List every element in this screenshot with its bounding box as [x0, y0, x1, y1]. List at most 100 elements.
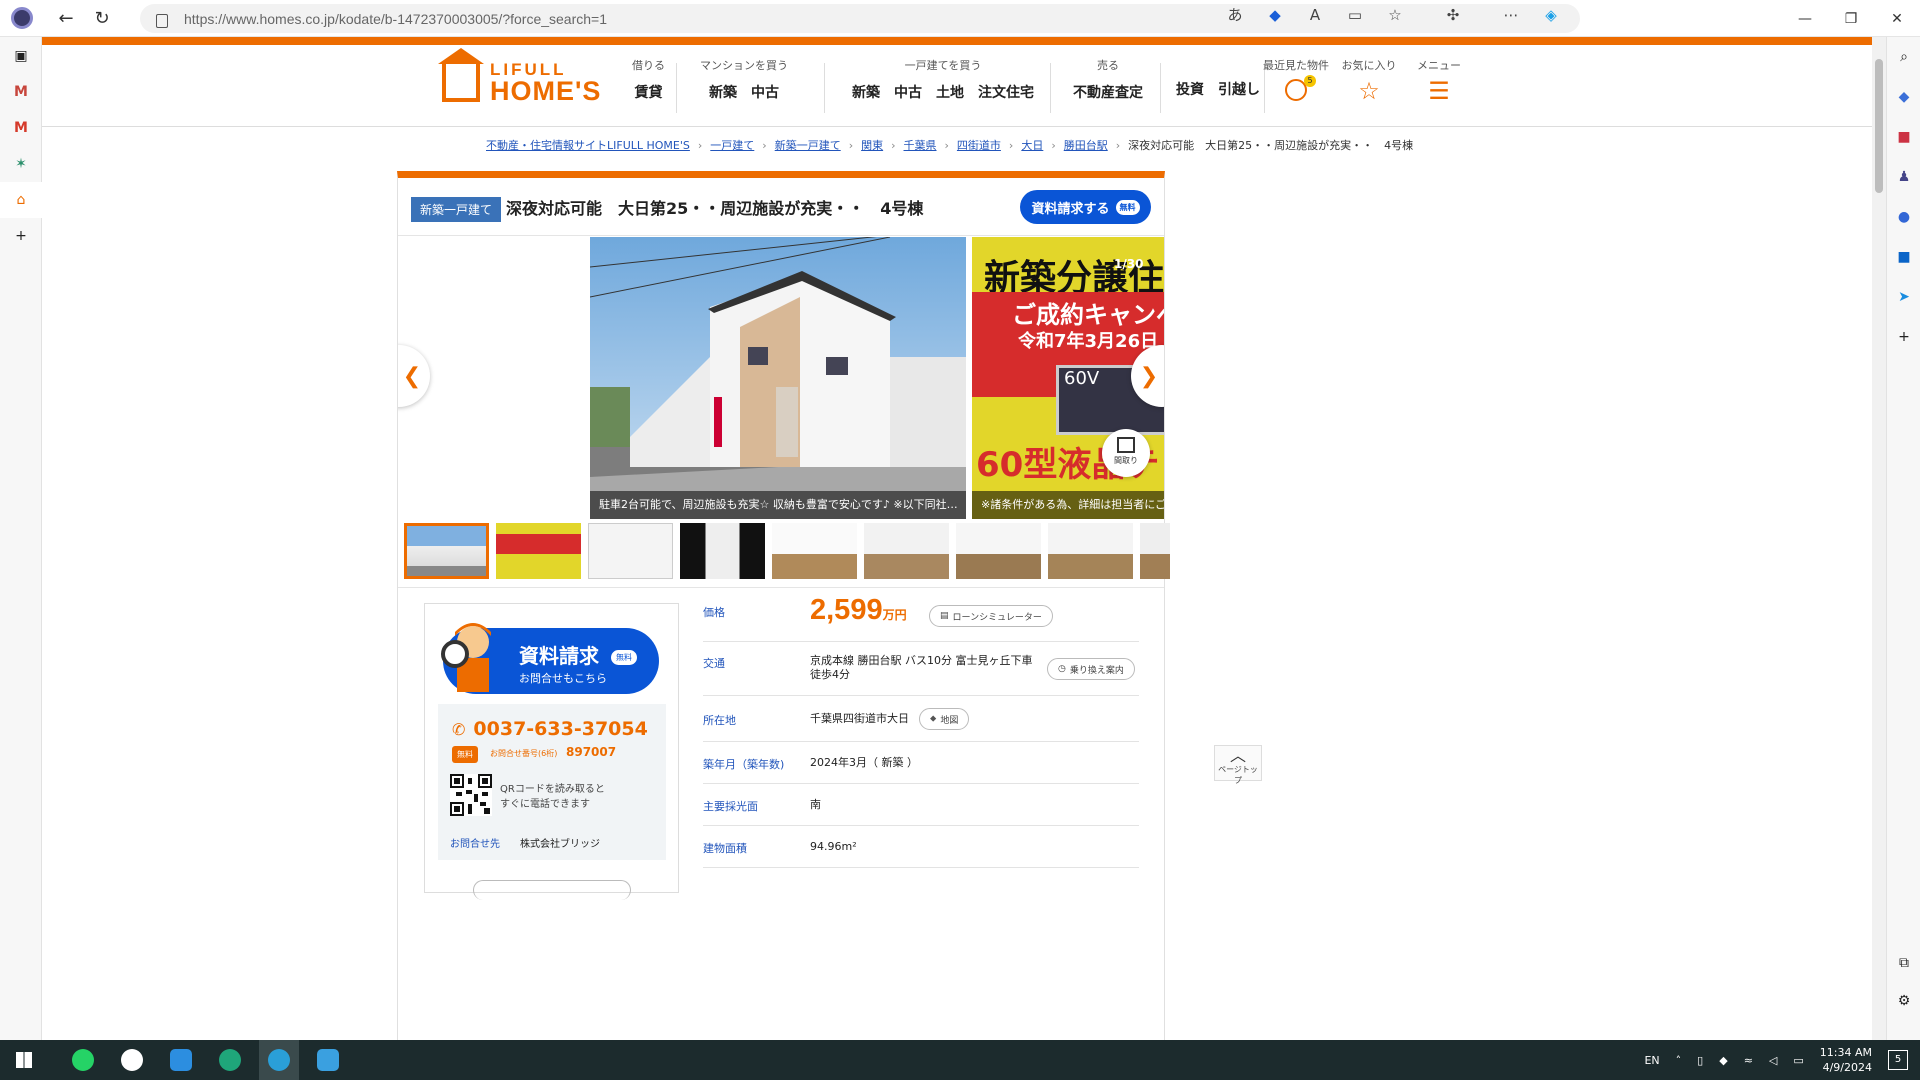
- clock[interactable]: 11:34 AM 4/9/2024: [1820, 1045, 1872, 1075]
- scrollbar-thumb[interactable]: [1875, 59, 1883, 193]
- search-icon[interactable]: ⌕: [1887, 37, 1920, 77]
- minimize-icon[interactable]: —: [1782, 0, 1828, 37]
- scrollbar[interactable]: [1872, 37, 1886, 1040]
- gmail-icon[interactable]: M: [0, 110, 42, 146]
- language-indicator[interactable]: EN: [1644, 1054, 1659, 1067]
- thumbnail[interactable]: [956, 523, 1041, 579]
- chevron-up-icon[interactable]: ˄: [1676, 1054, 1682, 1067]
- office-icon[interactable]: ●: [1887, 197, 1920, 237]
- screenshot-icon[interactable]: ⧉: [1887, 943, 1920, 983]
- system-tray: EN ˄ ▯ ◆ ≈ ◁ ▭ 11:34 AM 4/9/2024: [1644, 1040, 1872, 1080]
- breadcrumb-link[interactable]: 大日: [1021, 137, 1043, 153]
- breadcrumb-link[interactable]: 勝田台駅: [1064, 137, 1108, 153]
- nav-link-appraisal[interactable]: 不動産査定: [1073, 82, 1143, 102]
- tag-icon[interactable]: ◆: [1266, 6, 1284, 24]
- send-icon[interactable]: ➤: [1887, 277, 1920, 317]
- request-info-button[interactable]: 資料請求する 無料: [1020, 190, 1151, 224]
- detail-row-price: 価格 2,599万円 ▤ ローンシミュレーター: [703, 590, 1139, 642]
- volume-icon[interactable]: ◁: [1769, 1054, 1777, 1067]
- secondary-button[interactable]: [473, 880, 631, 900]
- prev-photo-button[interactable]: ❮: [398, 345, 430, 407]
- app-icon[interactable]: [308, 1040, 348, 1080]
- edge-active-icon[interactable]: [259, 1040, 299, 1080]
- add-icon[interactable]: +: [0, 218, 42, 254]
- close-icon[interactable]: ✕: [1874, 0, 1920, 37]
- vscode-icon[interactable]: [161, 1040, 201, 1080]
- restore-icon[interactable]: ❐: [1828, 0, 1874, 37]
- thumbnail[interactable]: [496, 523, 581, 579]
- gmail-icon[interactable]: M: [0, 74, 42, 110]
- edge-icon[interactable]: [210, 1040, 250, 1080]
- company-label: お問合せ先: [450, 839, 500, 850]
- outlook-icon[interactable]: ■: [1887, 237, 1920, 277]
- nav-link-invest[interactable]: 投資: [1176, 79, 1204, 99]
- breadcrumb-link[interactable]: 新築一戸建て: [775, 137, 841, 153]
- thumbnail[interactable]: [588, 523, 673, 579]
- whatsapp-icon[interactable]: [63, 1040, 103, 1080]
- translate-icon[interactable]: あ: [1226, 6, 1244, 24]
- notification-icon[interactable]: 5: [1888, 1050, 1908, 1070]
- page-top-button[interactable]: ︿ ページトップ: [1214, 745, 1262, 785]
- thumbnail[interactable]: [1048, 523, 1133, 579]
- transfer-guide-button[interactable]: ◷ 乗り換え案内: [1047, 658, 1135, 680]
- homes-tab-icon[interactable]: ⌂: [0, 182, 42, 218]
- phone-number[interactable]: ✆ 0037-633-37054: [452, 718, 648, 740]
- extensions-icon[interactable]: ✣: [1444, 6, 1462, 24]
- ad-tv-size: 60V: [1064, 368, 1100, 389]
- refresh-icon[interactable]: ↻: [91, 7, 113, 29]
- app-icon[interactable]: [112, 1040, 152, 1080]
- built-value: 2024年3月（ 新築 ）: [810, 756, 918, 769]
- wifi-icon[interactable]: ≈: [1744, 1054, 1753, 1067]
- app-icon[interactable]: ✶: [0, 146, 42, 182]
- breadcrumb-link[interactable]: 千葉県: [904, 137, 937, 153]
- windows-start-icon[interactable]: [4, 1040, 44, 1080]
- request-info-big-button[interactable]: 資料請求 無料 お問合せもこちら: [441, 623, 659, 694]
- read-aloud-icon[interactable]: A: [1306, 6, 1324, 24]
- menu[interactable]: メニュー ☰: [1412, 57, 1466, 105]
- nav-link-mansion-used[interactable]: 中古: [751, 82, 779, 102]
- site-logo[interactable]: LIFULL HOME'S: [438, 47, 601, 105]
- nav-house: 一戸建てを買う 新築 中古 土地 注文住宅: [847, 57, 1039, 102]
- thumbnail[interactable]: [864, 523, 949, 579]
- thumbnail[interactable]: [404, 523, 489, 579]
- add-icon[interactable]: +: [1887, 317, 1920, 357]
- shopping-icon[interactable]: ◆: [1887, 77, 1920, 117]
- battery-icon[interactable]: ▭: [1793, 1054, 1803, 1067]
- back-icon[interactable]: ←: [55, 7, 77, 29]
- nav-link-custom-home[interactable]: 注文住宅: [978, 82, 1034, 102]
- main-photo[interactable]: 駐車2台可能で、周辺施設も充実☆ 収納も豊富で安心です♪ ※以下同社…: [590, 237, 966, 519]
- favorites[interactable]: お気に入り ☆: [1332, 57, 1406, 105]
- url-text[interactable]: https://www.homes.co.jp/kodate/b-1472370…: [184, 11, 607, 27]
- split-screen-icon[interactable]: ▭: [1346, 6, 1364, 24]
- nav-link-house-used[interactable]: 中古: [894, 82, 922, 102]
- nav-link-mansion-new[interactable]: 新築: [709, 82, 737, 102]
- more-menu-icon[interactable]: ⋯: [1502, 6, 1520, 24]
- nav-link-land[interactable]: 土地: [936, 82, 964, 102]
- tabs-icon[interactable]: ▣: [0, 38, 42, 74]
- price-label: 価格: [703, 606, 725, 619]
- map-button[interactable]: ⬥ 地図: [919, 708, 970, 730]
- thumbnail[interactable]: [772, 523, 857, 579]
- settings-icon[interactable]: ⚙: [1887, 981, 1920, 1021]
- breadcrumb-link[interactable]: 四街道市: [957, 137, 1001, 153]
- breadcrumb-link[interactable]: 関東: [861, 137, 883, 153]
- tools-icon[interactable]: ■: [1887, 117, 1920, 157]
- breadcrumb-link[interactable]: 一戸建て: [710, 137, 754, 153]
- thumbnail[interactable]: [1140, 523, 1170, 579]
- nav-link-rent[interactable]: 賃貸: [635, 82, 663, 102]
- loan-simulator-button[interactable]: ▤ ローンシミュレーター: [929, 605, 1053, 627]
- lock-icon[interactable]: [156, 13, 168, 28]
- shield-icon[interactable]: ◆: [1719, 1054, 1727, 1067]
- nav-mansion: マンションを買う 新築 中古: [700, 57, 788, 102]
- breadcrumb-link[interactable]: 不動産・住宅情報サイトLIFULL HOME'S: [486, 137, 690, 153]
- nav-link-house-new[interactable]: 新築: [852, 82, 880, 102]
- thumbnail[interactable]: [680, 523, 765, 579]
- favorite-star-icon[interactable]: ☆: [1386, 6, 1404, 24]
- profile-icon[interactable]: [11, 7, 33, 29]
- notepad-icon[interactable]: ▯: [1697, 1054, 1703, 1067]
- copilot-icon[interactable]: ◈: [1542, 6, 1560, 24]
- recent-viewed[interactable]: 最近見た物件 5: [1248, 57, 1344, 103]
- request-title: 資料請求: [519, 644, 599, 668]
- floorplan-button[interactable]: 間取り: [1102, 429, 1150, 477]
- games-icon[interactable]: ♟: [1887, 157, 1920, 197]
